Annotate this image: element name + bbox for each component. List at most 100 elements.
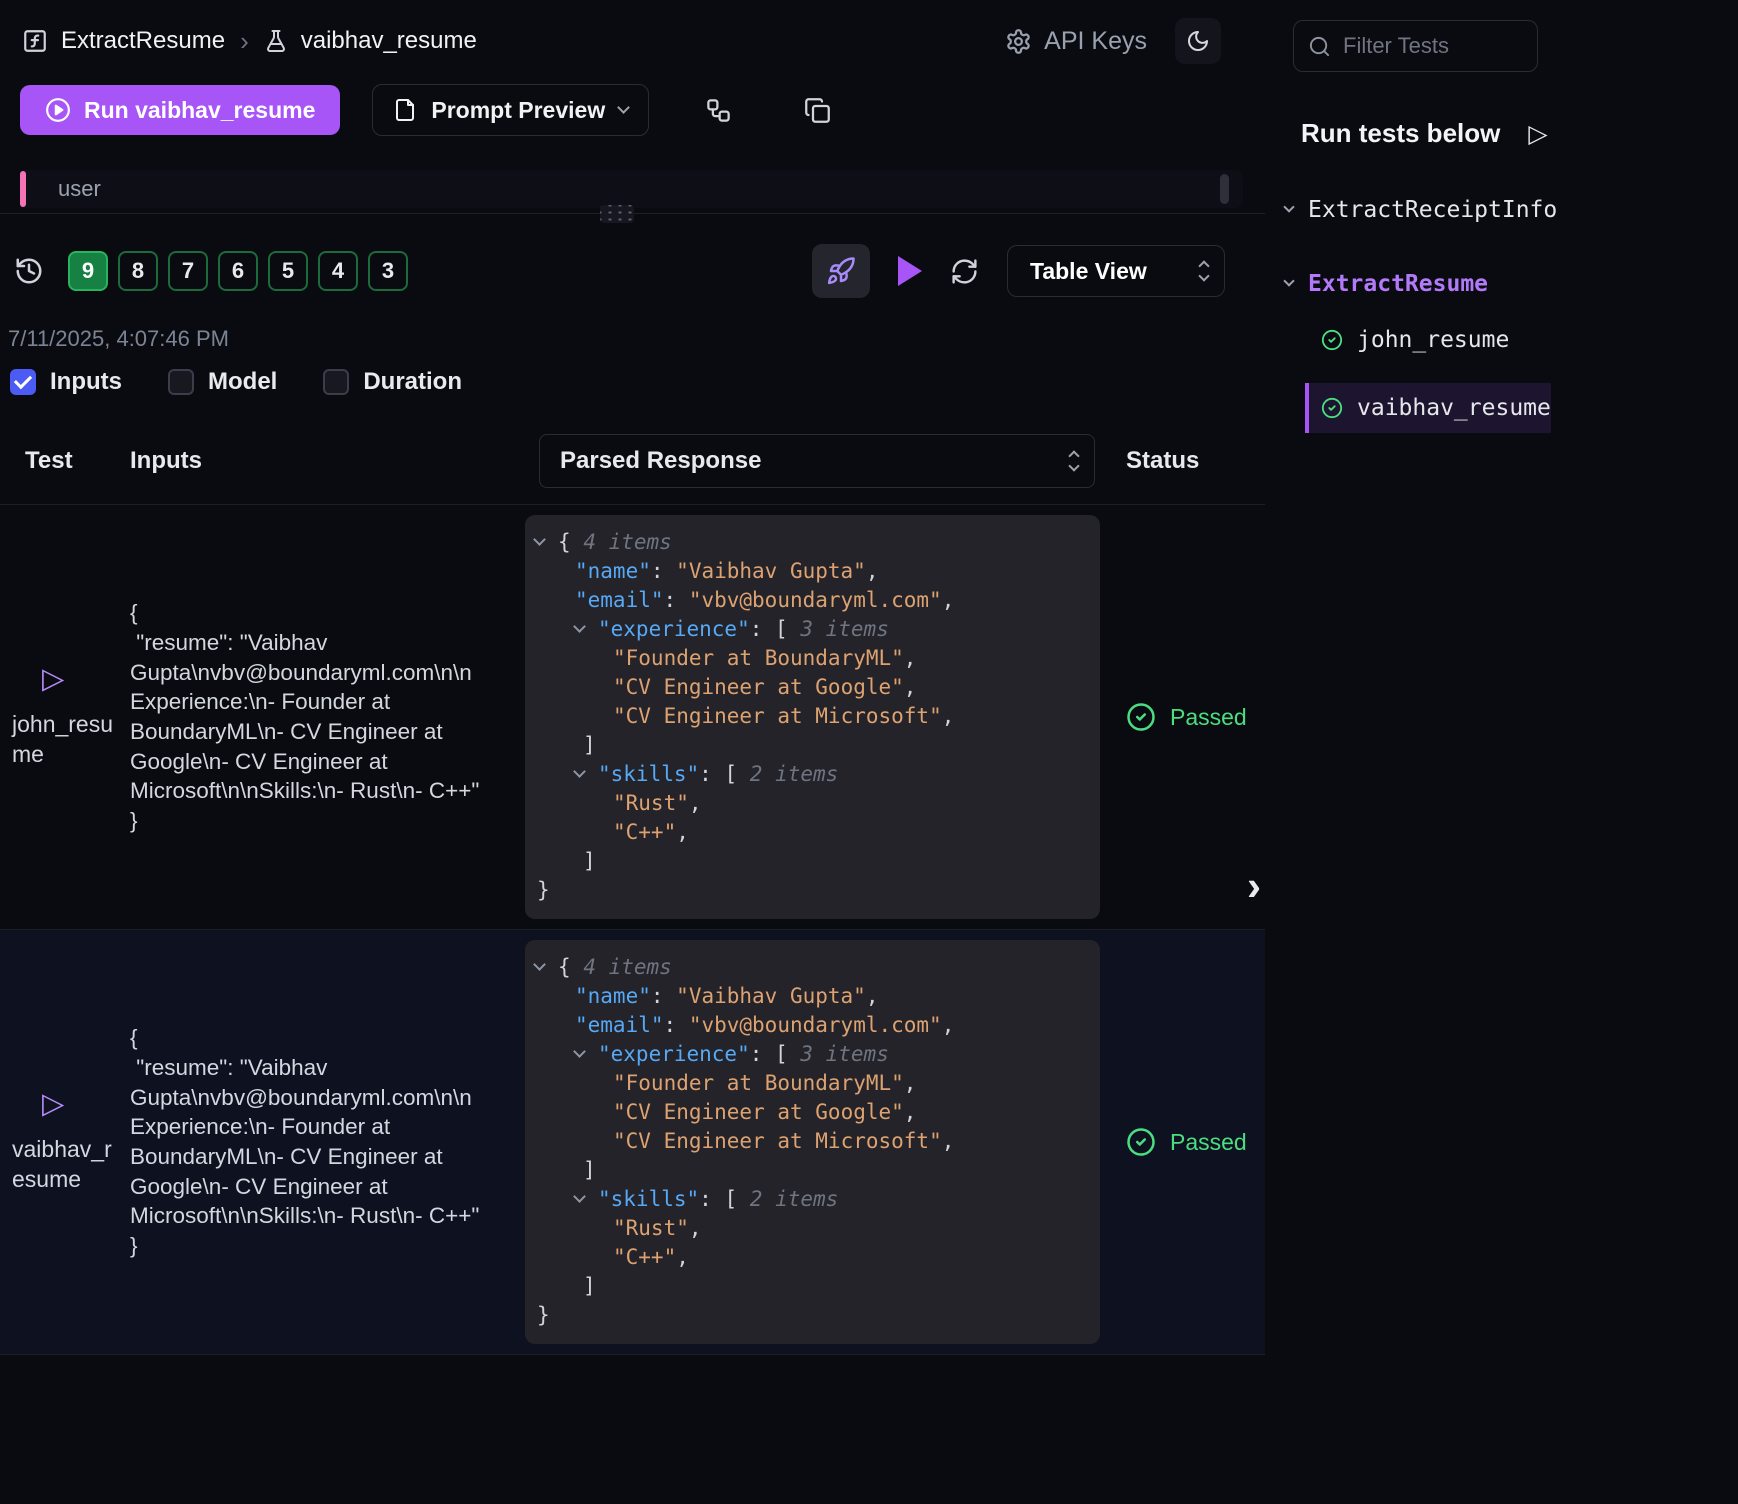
column-header-inputs: Inputs <box>130 447 525 475</box>
resize-handle[interactable] <box>600 205 634 223</box>
api-keys-label: API Keys <box>1044 27 1147 56</box>
chevron-down-icon <box>1283 201 1294 212</box>
run-tests-below-button[interactable]: Run tests below ▷ <box>1281 118 1738 149</box>
test-input: { "resume": "Vaibhav Gupta\nvbv@boundary… <box>130 598 480 836</box>
run-history-bar: 9876543 Table View <box>0 214 1265 298</box>
passed-check-icon <box>1321 329 1343 351</box>
view-mode-select[interactable]: Table View <box>1007 245 1225 297</box>
run-test-button[interactable]: Run vaibhav_resume <box>20 85 340 135</box>
run-tests-below-label: Run tests below <box>1301 118 1500 149</box>
parsed-cell: { 4 items"name": "Vaibhav Gupta","email"… <box>525 940 1100 1344</box>
column-header-parsed: Parsed Response <box>560 447 761 475</box>
workflow-icon <box>705 97 732 124</box>
test-tree: ExtractReceiptInfo ExtractResume john_resu… <box>1281 197 1738 433</box>
filter-checkbox-inputs[interactable]: Inputs <box>10 368 122 396</box>
test-cell: ▷ john_resume <box>0 515 130 919</box>
run-history-button-5[interactable]: 5 <box>268 251 308 291</box>
status-cell: Passed <box>1100 940 1265 1344</box>
run-timestamp: 7/11/2025, 4:07:46 PM <box>0 298 1265 352</box>
checkbox-label: Duration <box>363 368 462 396</box>
run-history-button-8[interactable]: 8 <box>118 251 158 291</box>
checkbox-icon[interactable] <box>168 369 194 395</box>
run-row-test-icon[interactable]: ▷ <box>42 1090 82 1119</box>
test-cell: ▷ vaibhav_resume <box>0 940 130 1344</box>
main-panel: ExtractResume › vaibhav_resume API Keys <box>0 0 1265 1504</box>
chevron-down-icon <box>1283 275 1294 286</box>
run-bar-right: Table View <box>812 244 1225 298</box>
filter-checkbox-model[interactable]: Model <box>168 368 277 396</box>
table-header: Test Inputs Parsed Response Status <box>0 434 1265 504</box>
test-item-vaibhav_resume[interactable]: vaibhav_resume <box>1305 383 1551 433</box>
test-item-label: john_resume <box>1357 327 1509 353</box>
next-panel-button[interactable]: › <box>1247 862 1261 910</box>
app-root: ExtractResume › vaibhav_resume API Keys <box>0 0 1738 1504</box>
table-row-vaibhav_resume[interactable]: ▷ vaibhav_resume { "resume": "Vaibhav Gu… <box>0 929 1265 1355</box>
passed-check-icon <box>1126 702 1156 732</box>
prompt-role-label: user <box>58 176 101 202</box>
copy-icon <box>804 97 831 124</box>
table-row-john_resume[interactable]: ▷ john_resume { "resume": "Vaibhav Gupta… <box>0 504 1265 929</box>
status-label: Passed <box>1170 704 1247 731</box>
view-mode-label: Table View <box>1030 258 1147 285</box>
checkbox-label: Inputs <box>50 368 122 396</box>
inputs-cell: { "resume": "Vaibhav Gupta\nvbv@boundary… <box>130 940 525 1344</box>
refresh-icon <box>950 257 979 286</box>
parsed-cell: { 4 items"name": "Vaibhav Gupta","email"… <box>525 515 1100 919</box>
run-button-label: Run vaibhav_resume <box>84 97 315 124</box>
column-header-test: Test <box>0 447 130 475</box>
search-icon <box>1308 35 1331 58</box>
passed-check-icon <box>1321 397 1343 419</box>
filter-checkbox-duration[interactable]: Duration <box>323 368 462 396</box>
test-group-ExtractReceiptInfo[interactable]: ExtractReceiptInfo <box>1281 197 1738 223</box>
function-logo-icon <box>22 28 48 54</box>
run-history-button-6[interactable]: 6 <box>218 251 258 291</box>
table-body: ▷ john_resume { "resume": "Vaibhav Gupta… <box>0 504 1265 1355</box>
theme-toggle-button[interactable] <box>1175 18 1221 64</box>
scrollbar-thumb[interactable] <box>1220 174 1229 204</box>
moon-icon <box>1186 29 1210 53</box>
run-play-button[interactable] <box>898 256 922 286</box>
copy-button[interactable] <box>804 97 831 124</box>
prompt-preview-button[interactable]: Prompt Preview <box>372 84 649 136</box>
run-history-button-3[interactable]: 3 <box>368 251 408 291</box>
checkbox-icon[interactable] <box>323 369 349 395</box>
flask-icon <box>264 29 288 53</box>
filter-tests-box[interactable] <box>1293 20 1538 72</box>
toolbar: Run vaibhav_resume Prompt Preview <box>0 64 1265 136</box>
run-history-button-9[interactable]: 9 <box>68 251 108 291</box>
play-outline-icon: ▷ <box>1528 119 1547 149</box>
top-bar-right: API Keys <box>1005 18 1221 64</box>
run-history-button-4[interactable]: 4 <box>318 251 358 291</box>
gear-icon <box>1005 28 1032 55</box>
parsed-response-select[interactable]: Parsed Response <box>539 434 1095 488</box>
breadcrumb-app[interactable]: ExtractResume <box>61 27 225 55</box>
checkbox-icon[interactable] <box>10 369 36 395</box>
breadcrumb-separator-icon: › <box>240 26 249 57</box>
refresh-button[interactable] <box>950 257 979 286</box>
run-history-button-7[interactable]: 7 <box>168 251 208 291</box>
test-item-label: vaibhav_resume <box>1357 395 1551 421</box>
test-item-john_resume[interactable]: john_resume <box>1305 315 1551 365</box>
parsed-response-json[interactable]: { 4 items"name": "Vaibhav Gupta","email"… <box>525 940 1100 1344</box>
test-input: { "resume": "Vaibhav Gupta\nvbv@boundary… <box>130 1023 480 1261</box>
column-filters: Inputs Model Duration <box>0 352 1265 396</box>
parsed-response-json[interactable]: { 4 items"name": "Vaibhav Gupta","email"… <box>525 515 1100 919</box>
api-keys-button[interactable]: API Keys <box>1005 27 1147 56</box>
file-icon <box>393 98 417 122</box>
test-name: john_resume <box>12 710 118 770</box>
panel-divider <box>0 213 1265 214</box>
workflow-button[interactable] <box>705 97 732 124</box>
rocket-toggle[interactable] <box>812 244 870 298</box>
rocket-icon <box>826 256 856 286</box>
test-name: vaibhav_resume <box>12 1135 118 1195</box>
role-indicator-bar <box>20 171 26 207</box>
test-group-ExtractResume[interactable]: ExtractResume <box>1281 271 1738 297</box>
chevron-down-icon <box>617 101 630 114</box>
inputs-cell: { "resume": "Vaibhav Gupta\nvbv@boundary… <box>130 515 525 919</box>
run-row-test-icon[interactable]: ▷ <box>42 665 82 694</box>
history-icon[interactable] <box>14 256 44 286</box>
filter-tests-input[interactable] <box>1343 33 1513 59</box>
column-header-status: Status <box>1100 447 1265 475</box>
status-cell: Passed <box>1100 515 1265 919</box>
prompt-role-bar[interactable]: user <box>20 170 1243 208</box>
